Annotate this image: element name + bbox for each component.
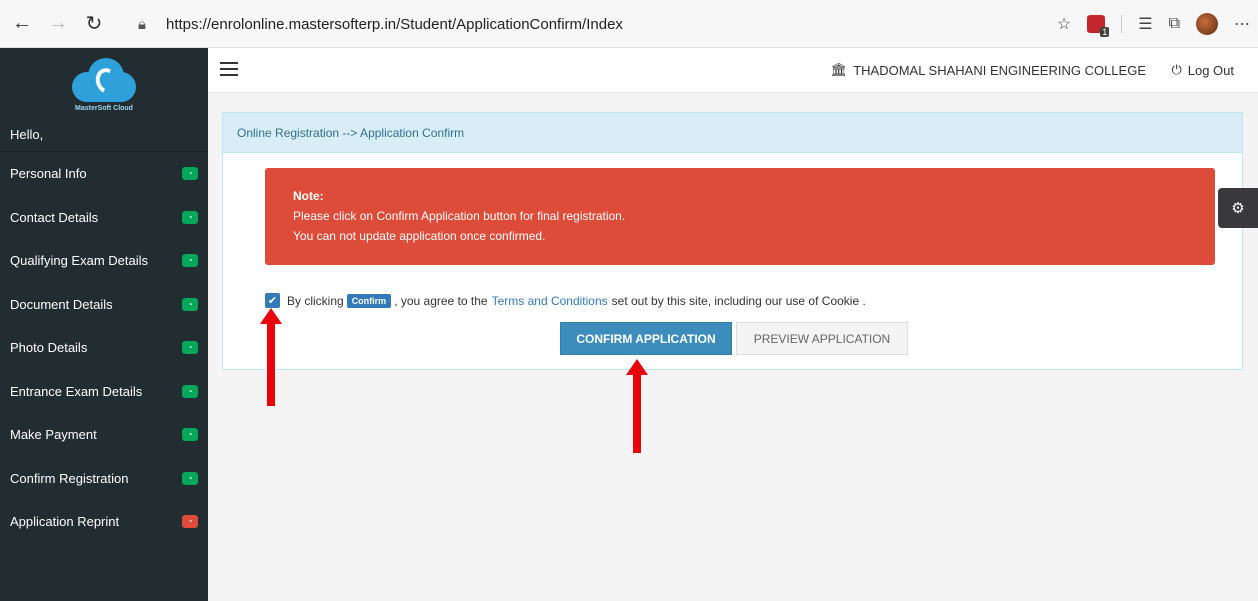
sidebar-item[interactable]: Application Reprint ◔: [0, 500, 208, 544]
profile-avatar[interactable]: [1196, 13, 1218, 35]
logout-button[interactable]: ⏻ Log Out: [1171, 62, 1234, 78]
favorites-list-icon[interactable]: ☰: [1138, 14, 1152, 34]
note-line-2: You can not update application once conf…: [293, 229, 546, 243]
sidebar-item-label: Make Payment: [10, 427, 97, 443]
address-bar[interactable]: 🔒︎ https://enrolonline.mastersofterp.in/…: [138, 8, 998, 40]
favorite-star-icon[interactable]: ☆: [1057, 14, 1071, 34]
logo[interactable]: MasterSoft Cloud: [0, 48, 208, 118]
agree-mid: , you agree to the: [394, 293, 488, 308]
top-header: 🏛︎ THADOMAL SHAHANI ENGINEERING COLLEGE …: [208, 48, 1258, 93]
note-alert: Note: Please click on Confirm Applicatio…: [265, 168, 1215, 265]
sidebar-item-label: Personal Info: [10, 166, 87, 182]
settings-gear-icon[interactable]: ⚙: [1218, 188, 1258, 228]
terms-agreement: ✔ By clicking Confirm , you agree to the…: [265, 293, 866, 308]
annotation-arrow-checkbox: [260, 308, 282, 406]
status-dashboard-icon: ◔: [182, 428, 198, 442]
url-text: https://enrolonline.mastersofterp.in/Stu…: [166, 15, 623, 33]
agree-prefix: By clicking: [287, 293, 344, 308]
browser-toolbar: ← → ↻ 🔒︎ https://enrolonline.mastersofte…: [0, 0, 1258, 48]
forward-arrow-icon[interactable]: →: [44, 10, 72, 38]
sidebar-item[interactable]: Photo Details ◔: [0, 326, 208, 370]
sidebar-item[interactable]: Personal Info ◔: [0, 152, 208, 196]
agree-checkbox[interactable]: ✔: [265, 293, 280, 308]
collections-icon[interactable]: ⧉: [1169, 15, 1180, 33]
status-dashboard-icon: ◔: [182, 515, 198, 529]
menu-toggle-icon[interactable]: [220, 62, 238, 78]
sidebar-item-label: Application Reprint: [10, 514, 120, 530]
preview-application-button[interactable]: PREVIEW APPLICATION: [736, 322, 908, 355]
cloud-logo-icon: [68, 54, 140, 104]
status-dashboard-icon: ◔: [182, 297, 198, 311]
sidebar-item-label: Photo Details: [10, 340, 88, 356]
greeting: Hello,: [0, 118, 208, 152]
status-dashboard-icon: ◔: [182, 384, 198, 398]
application-confirm-panel: Online Registration --> Application Conf…: [222, 112, 1243, 370]
power-icon: ⏻: [1171, 62, 1182, 77]
lock-icon: 🔒︎: [138, 15, 146, 33]
sidebar-item[interactable]: Entrance Exam Details ◔: [0, 370, 208, 414]
terms-link[interactable]: Terms and Conditions: [492, 294, 608, 308]
extension-badge: 1: [1100, 27, 1110, 37]
extension-icon[interactable]: 1: [1087, 15, 1110, 37]
refresh-icon[interactable]: ↻: [80, 10, 108, 38]
institution-icon: 🏛︎: [830, 62, 848, 77]
sidebar-item[interactable]: Contact Details ◔: [0, 196, 208, 240]
sidebar-item-label: Contact Details: [10, 209, 99, 225]
sidebar-item-label: Qualifying Exam Details: [10, 253, 148, 269]
agree-suffix: set out by this site, including our use …: [611, 293, 866, 308]
status-dashboard-icon: ◔: [182, 210, 198, 224]
back-arrow-icon[interactable]: ←: [8, 10, 36, 38]
status-dashboard-icon: ◔: [182, 471, 198, 485]
toolbar-divider: [1121, 15, 1123, 33]
annotation-arrow-confirm: [626, 359, 648, 453]
note-line-1: Please click on Confirm Application butt…: [293, 209, 626, 223]
confirm-application-button[interactable]: CONFIRM APPLICATION: [560, 322, 732, 355]
status-dashboard-icon: ◔: [182, 167, 198, 181]
sidebar-item[interactable]: Confirm Registration ◔: [0, 457, 208, 501]
sidebar-item-label: Confirm Registration: [10, 470, 129, 486]
note-title: Note:: [293, 189, 324, 203]
sidebar-item-label: Entrance Exam Details: [10, 383, 143, 399]
status-dashboard-icon: ◔: [182, 341, 198, 355]
sidebar-item[interactable]: Qualifying Exam Details ◔: [0, 239, 208, 283]
more-options-icon[interactable]: ⋯: [1234, 14, 1250, 34]
sidebar: MasterSoft Cloud Hello, Personal Info ◔ Co…: [0, 48, 208, 601]
sidebar-item-label: Document Details: [10, 296, 113, 312]
logo-text: MasterSoft Cloud: [75, 105, 133, 112]
sidebar-item[interactable]: Make Payment ◔: [0, 413, 208, 457]
college-name: 🏛︎ THADOMAL SHAHANI ENGINEERING COLLEGE: [830, 62, 1146, 78]
sidebar-item[interactable]: Document Details ◔: [0, 283, 208, 327]
status-dashboard-icon: ◔: [182, 254, 198, 268]
confirm-badge: Confirm: [346, 293, 392, 308]
panel-title: Online Registration --> Application Conf…: [223, 113, 1242, 153]
